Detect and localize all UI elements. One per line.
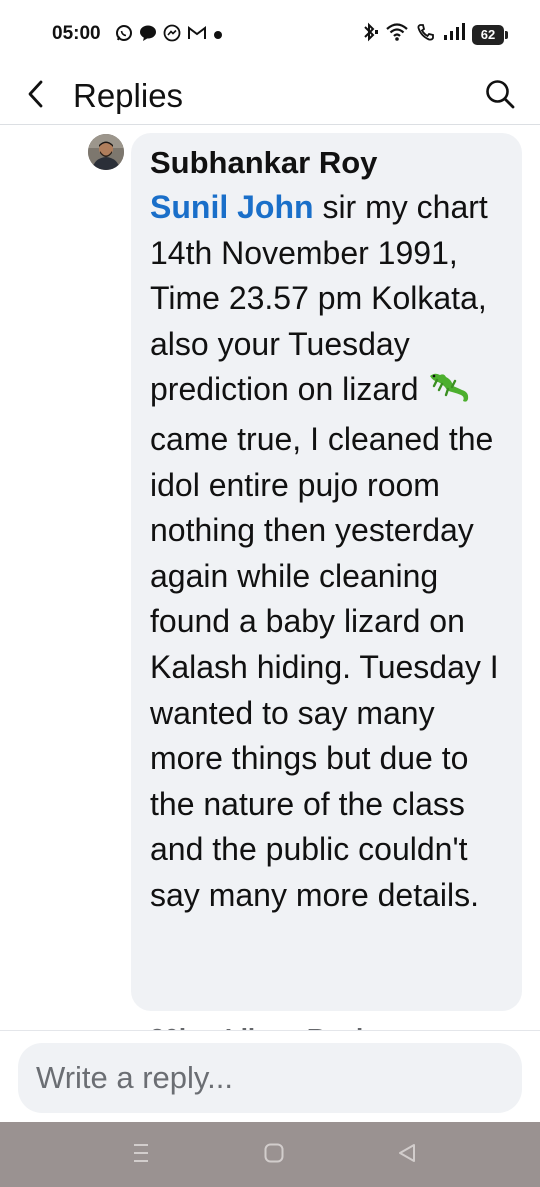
back-button[interactable] bbox=[18, 76, 54, 116]
whatsapp-icon bbox=[115, 24, 133, 47]
nav-back-button[interactable] bbox=[392, 1140, 422, 1170]
recent-apps-button[interactable] bbox=[126, 1140, 156, 1170]
search-icon bbox=[484, 78, 516, 115]
header-bar: Replies bbox=[0, 68, 540, 125]
recent-apps-icon bbox=[130, 1141, 152, 1170]
back-triangle-icon bbox=[396, 1142, 418, 1169]
gmail-icon bbox=[187, 25, 207, 46]
comment-text-part-2: came true, I cleaned the idol entire puj… bbox=[150, 420, 499, 913]
status-time: 05:00 bbox=[52, 23, 101, 44]
home-button[interactable] bbox=[259, 1140, 289, 1170]
page-title: Replies bbox=[73, 77, 184, 114]
reply-input[interactable] bbox=[18, 1043, 522, 1113]
wifi-icon bbox=[385, 22, 409, 47]
messenger-icon bbox=[163, 24, 181, 47]
chevron-left-icon bbox=[25, 79, 47, 114]
bluetooth-icon bbox=[362, 22, 378, 47]
system-icons: 62 bbox=[362, 22, 508, 47]
home-icon bbox=[263, 1142, 285, 1169]
notification-dot-icon bbox=[213, 27, 223, 45]
status-bar: 05:00 62 bbox=[0, 0, 540, 68]
mention-link[interactable]: Sunil John bbox=[150, 189, 314, 225]
comment-bubble: Subhankar Roy Sunil John sir my chart 14… bbox=[131, 133, 522, 1011]
comment-author[interactable]: Subhankar Roy bbox=[150, 145, 503, 181]
avatar[interactable] bbox=[88, 134, 124, 170]
reply-composer bbox=[0, 1030, 540, 1123]
chat-bubble-icon bbox=[139, 24, 157, 47]
notification-icons bbox=[115, 24, 223, 47]
battery-icon: 62 bbox=[472, 24, 508, 45]
lizard-emoji-icon bbox=[427, 370, 471, 417]
search-button[interactable] bbox=[480, 76, 520, 116]
signal-icon bbox=[443, 22, 465, 47]
navigation-bar bbox=[0, 1122, 540, 1187]
wifi-call-icon bbox=[416, 22, 436, 47]
comment-text: Sunil John sir my chart 14th November 19… bbox=[150, 185, 503, 919]
